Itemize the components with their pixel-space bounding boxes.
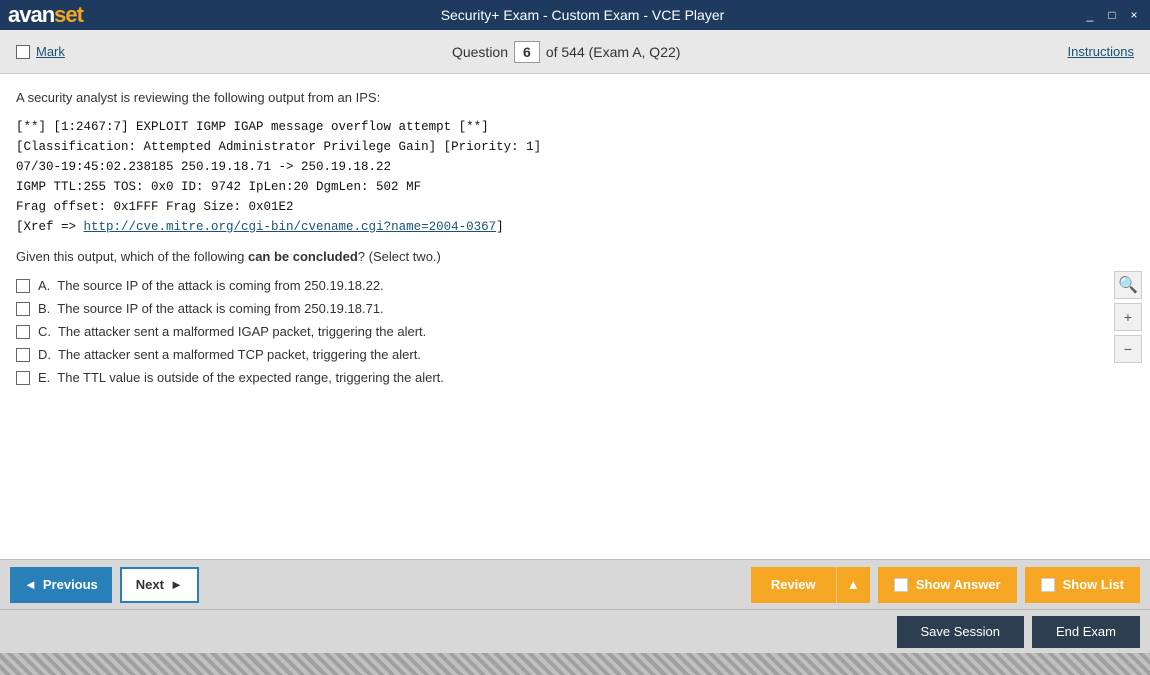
option-c: C. The attacker sent a malformed IGAP pa… (16, 324, 1090, 339)
option-d-label[interactable]: D. The attacker sent a malformed TCP pac… (38, 347, 421, 362)
code-line-4: IGMP TTL:255 TOS: 0x0 ID: 9742 IpLen:20 … (16, 177, 1090, 197)
option-e-checkbox[interactable] (16, 371, 30, 385)
code-line-5: Frag offset: 0x1FFF Frag Size: 0x01E2 (16, 197, 1090, 217)
window-title: Security+ Exam - Custom Exam - VCE Playe… (441, 7, 725, 23)
code-line-3: 07/30-19:45:02.238185 250.19.18.71 -> 25… (16, 157, 1090, 177)
minimize-button[interactable]: _ (1082, 8, 1098, 22)
option-e: E. The TTL value is outside of the expec… (16, 370, 1090, 385)
review-button[interactable]: Review (751, 567, 836, 603)
option-b: B. The source IP of the attack is coming… (16, 301, 1090, 316)
previous-label: Previous (43, 577, 98, 592)
zoom-out-button[interactable]: − (1114, 335, 1142, 363)
previous-button[interactable]: ◄ Previous (10, 567, 112, 603)
next-label: Next (136, 577, 164, 592)
title-bar: avanset Security+ Exam - Custom Exam - V… (0, 0, 1150, 30)
maximize-button[interactable]: □ (1104, 8, 1120, 22)
logo-accent: set (54, 2, 83, 27)
mark-area: Mark (16, 44, 65, 59)
save-session-button[interactable]: Save Session (897, 616, 1025, 648)
question-label: Question (452, 44, 508, 60)
right-arrow-icon: ► (170, 577, 183, 592)
header-bar: Mark Question 6 of 544 (Exam A, Q22) Ins… (0, 30, 1150, 74)
cve-link[interactable]: http://cve.mitre.org/cgi-bin/cvename.cgi… (84, 220, 497, 234)
show-answer-button[interactable]: Show Answer (878, 567, 1017, 603)
review-dropdown-button[interactable]: ▲ (836, 567, 870, 603)
option-e-label[interactable]: E. The TTL value is outside of the expec… (38, 370, 444, 385)
option-c-label[interactable]: C. The attacker sent a malformed IGAP pa… (38, 324, 426, 339)
question-number: 6 (514, 41, 540, 63)
logo: avanset (8, 2, 83, 28)
show-list-checkbox (1041, 578, 1055, 592)
review-label: Review (771, 577, 816, 592)
question-prompt: Given this output, which of the followin… (16, 249, 1090, 264)
bottom-toolbar: ◄ Previous Next ► Review ▲ Show Answer S… (0, 559, 1150, 609)
code-line-2: [Classification: Attempted Administrator… (16, 137, 1090, 157)
window-controls: _ □ × (1082, 8, 1142, 22)
instructions-link[interactable]: Instructions (1068, 44, 1134, 59)
save-session-label: Save Session (921, 624, 1001, 639)
question-intro: A security analyst is reviewing the foll… (16, 90, 1090, 105)
show-list-label: Show List (1063, 577, 1124, 592)
option-b-checkbox[interactable] (16, 302, 30, 316)
question-info: Question 6 of 544 (Exam A, Q22) (452, 41, 680, 63)
show-answer-label: Show Answer (916, 577, 1001, 592)
search-button[interactable]: 🔍 (1114, 271, 1142, 299)
option-a-label[interactable]: A. The source IP of the attack is coming… (38, 278, 384, 293)
review-group: Review ▲ (751, 567, 870, 603)
main-content: A security analyst is reviewing the foll… (0, 74, 1150, 559)
mark-checkbox[interactable] (16, 45, 30, 59)
minus-icon: − (1124, 341, 1132, 357)
search-icon: 🔍 (1118, 275, 1138, 295)
end-exam-button[interactable]: End Exam (1032, 616, 1140, 648)
options-list: A. The source IP of the attack is coming… (16, 278, 1090, 385)
end-exam-label: End Exam (1056, 624, 1116, 639)
show-answer-checkbox (894, 578, 908, 592)
zoom-in-button[interactable]: + (1114, 303, 1142, 331)
option-a-checkbox[interactable] (16, 279, 30, 293)
mark-label[interactable]: Mark (36, 44, 65, 59)
option-b-label[interactable]: B. The source IP of the attack is coming… (38, 301, 384, 316)
option-d-checkbox[interactable] (16, 348, 30, 362)
right-panel: 🔍 + − (1114, 271, 1142, 363)
next-button[interactable]: Next ► (120, 567, 199, 603)
left-arrow-icon: ◄ (24, 577, 37, 592)
option-c-checkbox[interactable] (16, 325, 30, 339)
question-of-total: of 544 (Exam A, Q22) (546, 44, 681, 60)
code-line-1: [**] [1:2467:7] EXPLOIT IGMP IGAP messag… (16, 117, 1090, 137)
show-list-button[interactable]: Show List (1025, 567, 1140, 603)
second-bottom-bar: Save Session End Exam (0, 609, 1150, 653)
question-area: A security analyst is reviewing the foll… (0, 74, 1150, 559)
option-d: D. The attacker sent a malformed TCP pac… (16, 347, 1090, 362)
code-line-6: [Xref => http://cve.mitre.org/cgi-bin/cv… (16, 217, 1090, 237)
review-dropdown-icon: ▲ (847, 577, 860, 592)
hatch-bar (0, 653, 1150, 675)
plus-icon: + (1124, 309, 1132, 325)
logo-text: avanset (8, 2, 83, 28)
code-block: [**] [1:2467:7] EXPLOIT IGMP IGAP messag… (16, 117, 1090, 237)
option-a: A. The source IP of the attack is coming… (16, 278, 1090, 293)
close-button[interactable]: × (1126, 8, 1142, 22)
